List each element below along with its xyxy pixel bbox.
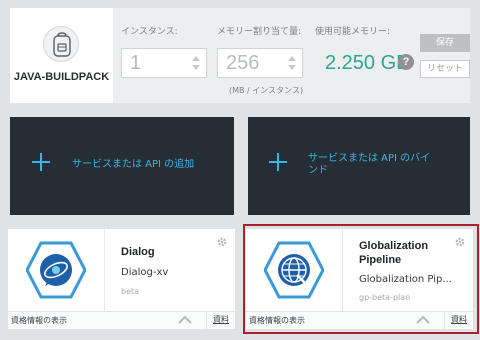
plus-icon — [269, 153, 287, 171]
add-service-tile[interactable]: サービスまたは API の追加 — [10, 117, 234, 215]
gear-icon[interactable] — [216, 236, 228, 248]
stepper-up-icon[interactable] — [288, 56, 296, 61]
memory-input[interactable]: 256 — [217, 48, 303, 78]
backpack-icon — [43, 26, 79, 62]
service-icon-area — [8, 229, 105, 311]
service-plan: beta — [121, 287, 140, 296]
memory-value: 256 — [226, 52, 260, 74]
bind-service-tile[interactable]: サービスまたは API のバイ ンド — [248, 117, 470, 215]
help-icon[interactable]: ? — [398, 54, 414, 70]
save-button[interactable]: 保存 — [420, 34, 470, 52]
runtime-card[interactable]: JAVA-BUILDPACK — [10, 8, 113, 103]
service-footer: 資格情報の表示 資料 — [8, 311, 235, 329]
instances-input[interactable]: 1 — [121, 48, 207, 78]
available-memory-value: 2.250 GB — [325, 52, 410, 74]
instances-label: インスタンス: — [121, 27, 178, 37]
stepper-down-icon[interactable] — [192, 65, 200, 70]
service-title: Dialog — [121, 246, 155, 258]
stepper-up-icon[interactable] — [192, 56, 200, 61]
add-service-label: サービスまたは API の追加 — [72, 159, 195, 170]
service-instance-name: Dialog-xv — [121, 267, 169, 278]
memory-unit: (MB / インスタンス) — [229, 86, 304, 95]
reset-button[interactable]: リセット — [420, 60, 470, 78]
service-card-dialog[interactable]: Dialog Dialog-xv beta 資格情報の表示 資料 — [8, 229, 235, 329]
runtime-panel: JAVA-BUILDPACK インスタンス: 1 メモリー割り当て量: 256 … — [10, 8, 470, 103]
docs-link[interactable]: 資料 — [206, 311, 235, 329]
runtime-name: JAVA-BUILDPACK — [13, 71, 110, 83]
bind-service-label-line2: ンド — [308, 165, 328, 176]
view-credentials-link[interactable]: 資格情報の表示 — [11, 315, 67, 326]
dialog-icon — [26, 241, 86, 299]
instances-value: 1 — [130, 52, 142, 74]
bind-service-label-line1: サービスまたは API のバイ — [308, 153, 431, 164]
memory-stepper[interactable] — [288, 56, 296, 72]
available-memory-label: 使用可能メモリー: — [315, 27, 391, 37]
selection-highlight — [243, 224, 479, 334]
stepper-down-icon[interactable] — [288, 65, 296, 70]
plus-icon — [32, 153, 50, 171]
memory-label: メモリー割り当て量: — [217, 27, 302, 37]
instances-stepper[interactable] — [192, 56, 200, 72]
chevron-up-icon[interactable] — [178, 315, 192, 325]
